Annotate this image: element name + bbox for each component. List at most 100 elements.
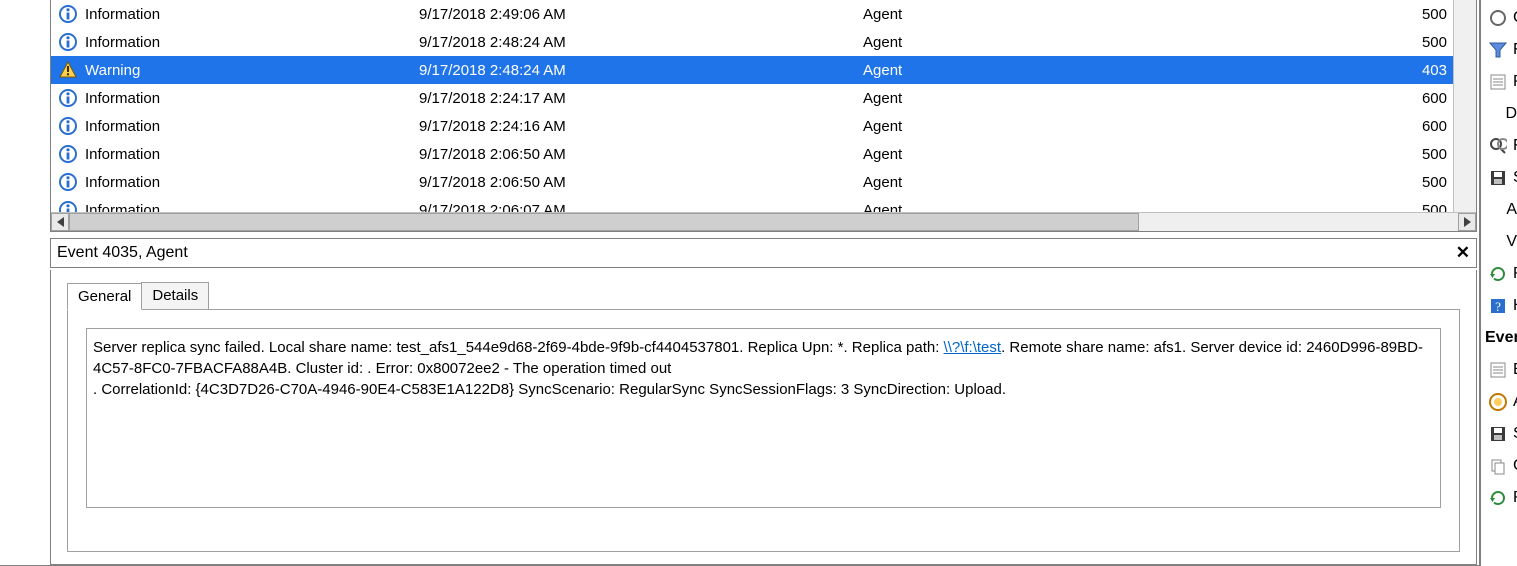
action-item[interactable]: D xyxy=(1481,98,1517,130)
information-icon xyxy=(59,173,77,191)
information-icon xyxy=(59,5,77,23)
tab-strip: General Details xyxy=(67,282,1476,309)
copy-icon xyxy=(1489,457,1507,475)
save-icon xyxy=(1489,169,1507,187)
information-icon xyxy=(59,33,77,51)
event-level: Warning xyxy=(81,56,415,84)
tab-details[interactable]: Details xyxy=(141,282,209,309)
action-label: S xyxy=(1513,425,1517,443)
event-source: Agent xyxy=(859,196,1383,212)
help-icon xyxy=(1489,297,1507,315)
event-id: 600 xyxy=(1383,84,1454,112)
action-label: H xyxy=(1513,297,1517,315)
information-icon xyxy=(59,117,77,135)
horizontal-scrollbar[interactable] xyxy=(51,212,1476,231)
action-label: D xyxy=(1505,105,1517,123)
action-item[interactable]: E xyxy=(1481,354,1517,386)
event-level: Information xyxy=(81,112,415,140)
action-item[interactable]: F xyxy=(1481,130,1517,162)
action-label: R xyxy=(1513,265,1517,283)
event-date: 9/17/2018 2:06:50 AM xyxy=(415,168,859,196)
action-label: A xyxy=(1506,201,1517,219)
information-icon xyxy=(59,89,77,107)
table-row[interactable]: Information9/17/2018 2:06:50 AMAgent500 xyxy=(51,168,1476,196)
action-item[interactable]: R xyxy=(1481,258,1517,290)
main-column: Information9/17/2018 2:49:06 AMAgent500I… xyxy=(0,0,1480,566)
event-id: 500 xyxy=(1383,196,1454,212)
event-id: 500 xyxy=(1383,0,1454,28)
action-item[interactable]: C xyxy=(1481,2,1517,34)
task-icon xyxy=(1489,393,1507,411)
event-level: Information xyxy=(81,0,415,28)
scroll-track[interactable] xyxy=(69,213,1458,231)
replica-path-link[interactable]: \\?\f:\test xyxy=(944,339,1002,356)
action-item[interactable]: C xyxy=(1481,450,1517,482)
detail-title: Event 4035, Agent xyxy=(57,244,1456,262)
action-item[interactable]: S xyxy=(1481,162,1517,194)
event-date: 9/17/2018 2:49:06 AM xyxy=(415,0,859,28)
tab-general[interactable]: General xyxy=(67,283,142,310)
scroll-right-button[interactable] xyxy=(1458,213,1476,231)
event-source: Agent xyxy=(859,28,1383,56)
action-item[interactable]: A xyxy=(1481,386,1517,418)
action-item[interactable]: F xyxy=(1481,34,1517,66)
event-date: 9/17/2018 2:24:17 AM xyxy=(415,84,859,112)
action-item[interactable]: S xyxy=(1481,418,1517,450)
scroll-left-button[interactable] xyxy=(51,213,69,231)
table-row[interactable]: Information9/17/2018 2:49:06 AMAgent500 xyxy=(51,0,1476,28)
event-date: 9/17/2018 2:48:24 AM xyxy=(415,28,859,56)
event-date: 9/17/2018 2:06:07 AM xyxy=(415,196,859,212)
event-source: Agent xyxy=(859,168,1383,196)
table-row[interactable]: Information9/17/2018 2:48:24 AMAgent500 xyxy=(51,28,1476,56)
action-item[interactable]: R xyxy=(1481,482,1517,514)
vertical-scrollbar[interactable] xyxy=(1454,0,1477,212)
action-item[interactable]: V xyxy=(1481,226,1517,258)
event-level: Information xyxy=(81,84,415,112)
event-level: Information xyxy=(81,196,415,212)
props-icon xyxy=(1489,73,1507,91)
event-list-frame: Information9/17/2018 2:49:06 AMAgent500I… xyxy=(50,0,1477,232)
action-item[interactable]: A xyxy=(1481,194,1517,226)
table-row[interactable]: Information9/17/2018 2:06:07 AMAgent500 xyxy=(51,196,1476,212)
close-icon[interactable]: ✕ xyxy=(1456,243,1470,263)
event-source: Agent xyxy=(859,112,1383,140)
refresh-icon xyxy=(1489,265,1507,283)
event-level: Information xyxy=(81,140,415,168)
props-icon xyxy=(1489,361,1507,379)
filter-icon xyxy=(1489,41,1507,59)
event-table: Information9/17/2018 2:49:06 AMAgent500I… xyxy=(51,0,1476,212)
table-row[interactable]: Information9/17/2018 2:24:17 AMAgent600 xyxy=(51,84,1476,112)
event-source: Agent xyxy=(859,0,1383,28)
event-source: Agent xyxy=(859,84,1383,112)
event-id: 500 xyxy=(1383,140,1454,168)
event-message[interactable]: Server replica sync failed. Local share … xyxy=(86,328,1441,508)
table-row[interactable]: Information9/17/2018 2:06:50 AMAgent500 xyxy=(51,140,1476,168)
actions-sidebar: CFPDFSAVRHEventEASCR xyxy=(1480,0,1517,566)
event-level: Information xyxy=(81,168,415,196)
action-label: R xyxy=(1513,489,1517,507)
action-label: C xyxy=(1513,457,1517,475)
tab-body: Server replica sync failed. Local share … xyxy=(67,309,1460,552)
event-source: Agent xyxy=(859,56,1383,84)
event-id: 600 xyxy=(1383,112,1454,140)
event-id: 500 xyxy=(1383,28,1454,56)
action-item[interactable]: P xyxy=(1481,66,1517,98)
find-icon xyxy=(1489,137,1507,155)
action-label: C xyxy=(1513,9,1517,27)
action-label: S xyxy=(1513,169,1517,187)
action-label: A xyxy=(1513,393,1517,411)
table-row[interactable]: Information9/17/2018 2:24:16 AMAgent600 xyxy=(51,112,1476,140)
event-date: 9/17/2018 2:06:50 AM xyxy=(415,140,859,168)
event-list-body[interactable]: Information9/17/2018 2:49:06 AMAgent500I… xyxy=(51,0,1476,212)
scroll-thumb[interactable] xyxy=(69,213,1139,231)
action-label: E xyxy=(1513,361,1517,379)
action-label: F xyxy=(1513,41,1517,59)
action-item[interactable]: H xyxy=(1481,290,1517,322)
information-icon xyxy=(59,145,77,163)
table-row[interactable]: Warning9/17/2018 2:48:24 AMAgent403 xyxy=(51,56,1476,84)
detail-header: Event 4035, Agent ✕ xyxy=(50,238,1477,268)
circle-icon xyxy=(1489,9,1507,27)
save-icon xyxy=(1489,425,1507,443)
event-date: 9/17/2018 2:24:16 AM xyxy=(415,112,859,140)
action-label: P xyxy=(1513,73,1517,91)
